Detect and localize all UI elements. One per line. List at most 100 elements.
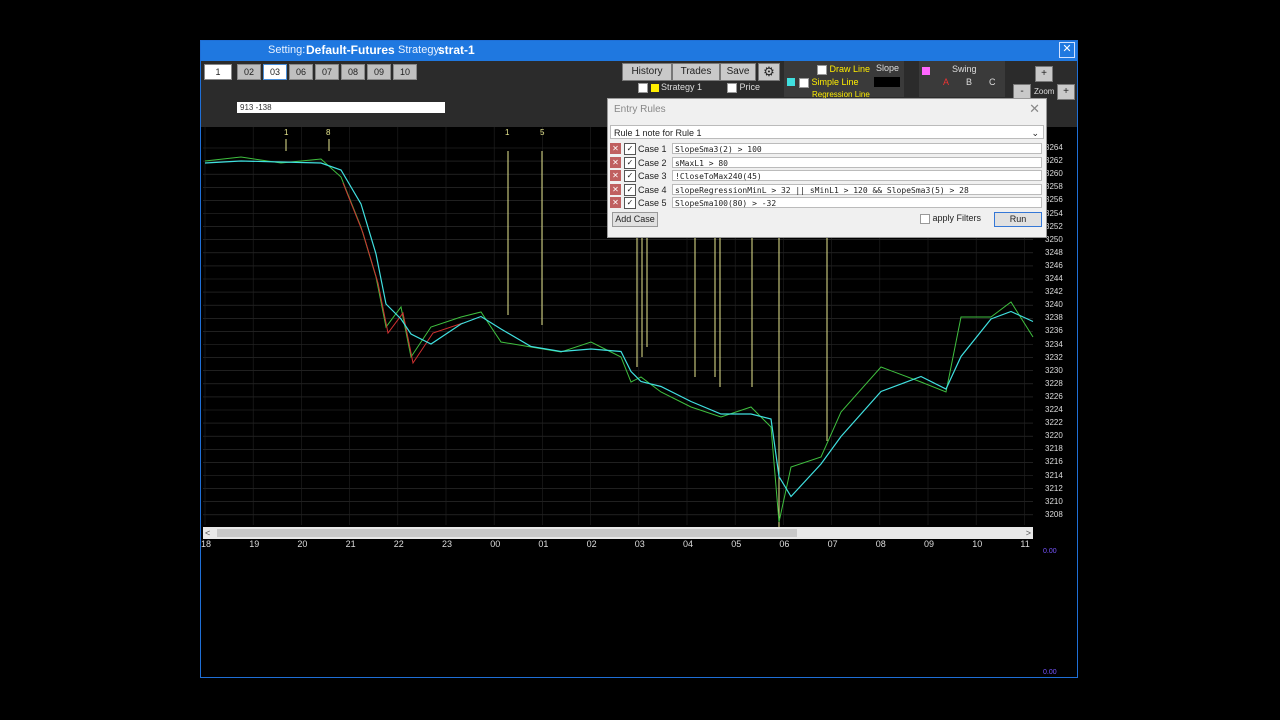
remove-case-icon[interactable]: ✕ <box>610 170 621 181</box>
rule-select-value: Rule 1 note for Rule 1 <box>614 128 702 138</box>
simple-line-checkbox[interactable] <box>799 77 809 88</box>
x-tick-label: 02 <box>586 539 597 549</box>
simple-line-toggle[interactable]: Simple Line <box>799 77 859 88</box>
price-checkbox[interactable] <box>727 82 737 93</box>
signal-marker-label: 5 <box>540 128 545 137</box>
case-checkbox[interactable]: ✓ <box>624 183 636 196</box>
trades-button[interactable]: Trades <box>672 63 720 81</box>
apply-filters-checkbox[interactable] <box>920 213 930 224</box>
save-button[interactable]: Save <box>720 63 756 81</box>
scroll-thumb[interactable] <box>217 529 797 537</box>
strategy1-label: Strategy 1 <box>661 82 703 92</box>
case-checkbox[interactable]: ✓ <box>624 197 636 209</box>
x-tick-label: 22 <box>393 539 404 549</box>
zoom-right-button[interactable]: + <box>1057 84 1075 100</box>
case-checkbox[interactable]: ✓ <box>624 143 636 155</box>
swing-panel: Swing A B C <box>919 61 1005 97</box>
num-box-07[interactable]: 07 <box>315 64 339 80</box>
x-tick-label: 11 <box>1020 539 1030 549</box>
setting-label: Setting: <box>268 44 306 56</box>
scroll-left-icon[interactable]: < <box>205 527 210 539</box>
case-expression-input[interactable]: sMaxL1 > 80 <box>672 156 1042 168</box>
strategy-label: Strategy: <box>398 44 443 56</box>
y-tick-label: 3260 <box>1045 169 1063 179</box>
x-tick-label: 20 <box>297 539 308 549</box>
add-case-button[interactable]: Add Case <box>612 212 658 227</box>
num-box-10[interactable]: 10 <box>393 64 417 80</box>
case-checkbox[interactable]: ✓ <box>624 170 636 182</box>
simple-line-label: Simple Line <box>811 77 859 87</box>
remove-case-icon[interactable]: ✕ <box>610 143 621 154</box>
draw-line-checkbox[interactable] <box>817 64 827 75</box>
x-tick-label: 19 <box>249 539 260 549</box>
num-box-02[interactable]: 02 <box>237 64 261 80</box>
remove-case-icon[interactable]: ✕ <box>610 197 621 208</box>
num-box-08[interactable]: 08 <box>341 64 365 80</box>
x-tick-label: 06 <box>779 539 790 549</box>
y-tick-label: 3210 <box>1045 496 1063 506</box>
dialog-title: Entry Rules <box>614 104 666 115</box>
x-tick-label: 01 <box>538 539 549 549</box>
rule-select[interactable]: Rule 1 note for Rule 1 ⌄ <box>610 125 1044 139</box>
zoom-label: Zoom <box>1034 87 1055 96</box>
num-box-1[interactable]: 1 <box>204 64 232 80</box>
y-tick-label: 3242 <box>1045 287 1063 297</box>
y-tick-label: 3218 <box>1045 444 1063 454</box>
y-tick-label: 3214 <box>1045 470 1063 480</box>
main-window: Setting: Default-Futures Strategy: strat… <box>200 40 1078 678</box>
case-row: ✕ ✓ Case 4 slopeRegressionMinL > 32 || sMin… <box>610 183 1044 196</box>
strategy1-toggle[interactable]: Strategy 1 <box>638 82 702 93</box>
swing-a-label: A <box>943 77 950 87</box>
lower-value-bottom: 0.00 <box>1043 669 1057 676</box>
apply-filters-toggle[interactable]: apply Filters <box>920 213 981 224</box>
slope-label: Slope <box>876 63 900 73</box>
case-expression-input[interactable]: SlopeSma100(80) > -32 <box>672 197 1042 208</box>
strategy-value[interactable]: strat-1 <box>438 43 475 57</box>
x-tick-label: 08 <box>875 539 886 549</box>
x-tick-label: 00 <box>490 539 501 549</box>
entry-rules-dialog: Entry Rules ✕ Rule 1 note for Rule 1 ⌄ ✕… <box>607 98 1047 238</box>
case-label: Case 4 <box>638 184 667 195</box>
num-box-03[interactable]: 03 <box>263 64 287 80</box>
x-tick-label: 04 <box>683 539 694 549</box>
scroll-right-icon[interactable]: > <box>1026 527 1031 539</box>
horizontal-scrollbar[interactable]: < > <box>203 527 1033 539</box>
y-tick-label: 3244 <box>1045 274 1063 283</box>
case-row: ✕ ✓ Case 5 SlopeSma100(80) > -32 <box>610 197 1044 209</box>
remove-case-icon[interactable]: ✕ <box>610 183 621 195</box>
x-tick-label: 07 <box>827 539 838 549</box>
num-box-06[interactable]: 06 <box>289 64 313 80</box>
x-tick-label: 21 <box>345 539 356 549</box>
x-tick-label: 10 <box>972 539 983 549</box>
history-button[interactable]: History <box>622 63 672 81</box>
y-tick-label: 3264 <box>1045 143 1063 152</box>
swing-label: Swing <box>952 64 977 74</box>
case-label: Case 1 <box>638 144 667 154</box>
swing-color[interactable] <box>922 67 930 75</box>
remove-case-icon[interactable]: ✕ <box>610 156 621 168</box>
x-tick-label: 18 <box>201 539 212 549</box>
case-checkbox[interactable]: ✓ <box>624 156 636 169</box>
case-expression-input[interactable]: slopeRegressionMinL > 32 || sMinL1 > 120… <box>672 183 1042 195</box>
x-tick-label: 05 <box>731 539 742 549</box>
price-toggle[interactable]: Price <box>727 82 760 93</box>
setting-value[interactable]: Default-Futures <box>306 43 395 57</box>
num-box-09[interactable]: 09 <box>367 64 391 80</box>
swing-b-label: B <box>966 77 973 87</box>
run-button[interactable]: Run <box>994 212 1042 227</box>
gear-icon[interactable]: ⚙ <box>758 63 780 81</box>
swing-c-label: C <box>989 77 996 87</box>
y-tick-label: 3230 <box>1045 365 1063 375</box>
simple-line-color[interactable] <box>787 78 795 86</box>
chevron-down-icon[interactable]: ⌄ <box>1031 126 1039 140</box>
strategy1-checkbox[interactable] <box>638 82 648 93</box>
zoom-in-button[interactable]: + <box>1035 66 1053 82</box>
case-expression-input[interactable]: SlopeSma3(2) > 100 <box>672 143 1042 154</box>
case-expression-input[interactable]: !CloseToMax240(45) <box>672 170 1042 181</box>
draw-line-toggle[interactable]: Draw Line <box>817 64 870 75</box>
x-tick-label: 09 <box>924 539 935 549</box>
y-tick-label: 3226 <box>1045 391 1063 401</box>
close-icon[interactable]: ✕ <box>1059 42 1075 58</box>
y-tick-label: 3262 <box>1045 156 1063 166</box>
dialog-close-icon[interactable]: ✕ <box>1029 101 1040 117</box>
